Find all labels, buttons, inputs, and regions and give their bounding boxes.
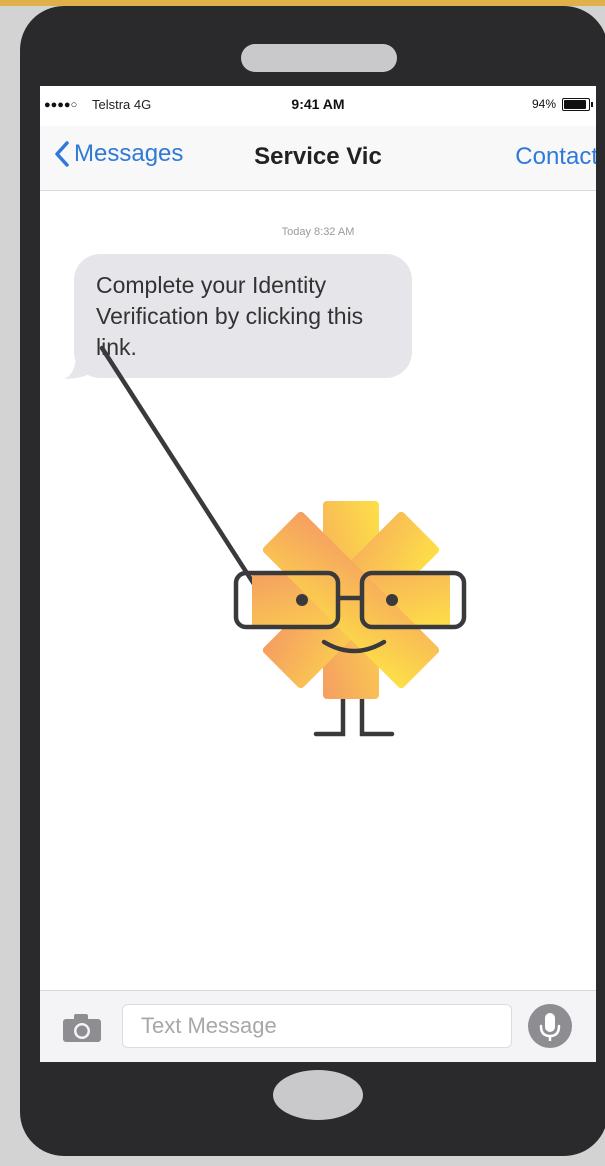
battery-indicator: 94%	[531, 97, 593, 111]
navigation-bar: Messages Service Vic Contact	[40, 126, 596, 191]
status-bar: ●●●●○ Telstra 4G 9:41 AM 94%	[40, 86, 596, 126]
mascot-body	[252, 501, 450, 699]
camera-icon[interactable]	[62, 1013, 102, 1043]
received-message-bubble: Complete your Identity Verification by c…	[74, 254, 412, 378]
battery-tip	[591, 101, 593, 107]
mascot-glasses	[233, 570, 467, 630]
contact-button[interactable]: Contact	[515, 143, 596, 171]
battery-percent: 94%	[531, 97, 556, 111]
mascot-legs	[313, 691, 395, 737]
mascot-right-eye	[386, 594, 398, 606]
text-message-input[interactable]	[122, 1004, 512, 1048]
message-timestamp: Today 8:32 AM	[281, 226, 355, 238]
status-time: 9:41 AM	[291, 96, 345, 112]
mic-button[interactable]	[528, 1004, 572, 1048]
phone-screen: ●●●●○ Telstra 4G 9:41 AM 94% Messages Se…	[40, 86, 596, 1062]
battery-icon	[562, 97, 593, 111]
home-button[interactable]	[273, 1070, 363, 1120]
battery-fill	[564, 99, 587, 109]
phone-speaker	[241, 44, 397, 72]
conversation-title: Service Vic	[254, 143, 382, 170]
mascot-smile	[321, 639, 387, 654]
mascot-left-eye	[296, 594, 308, 606]
microphone-icon	[539, 1013, 561, 1041]
phone-frame: ●●●●○ Telstra 4G 9:41 AM 94% Messages Se…	[20, 6, 605, 1156]
message-input-bar	[40, 990, 596, 1062]
pointer-stick	[99, 345, 275, 615]
